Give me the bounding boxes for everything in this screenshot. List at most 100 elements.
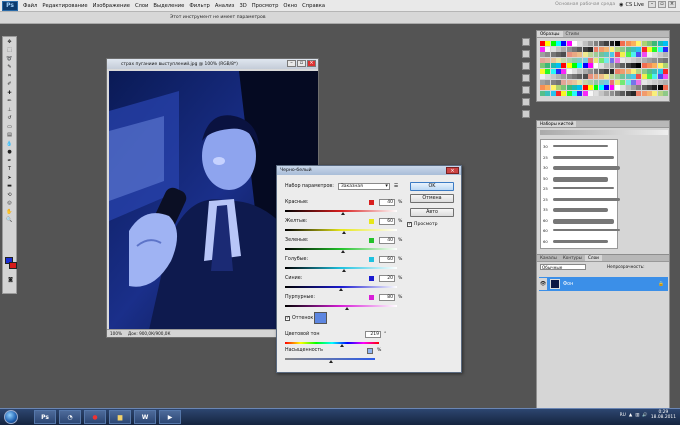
language-indicator[interactable]: RU (620, 413, 626, 418)
color-swatch[interactable] (550, 57, 556, 63)
color-swatch[interactable] (561, 79, 567, 85)
color-swatch[interactable] (588, 79, 594, 85)
color-swatch[interactable] (577, 85, 583, 90)
lasso-tool-icon[interactable]: ➰ (5, 55, 14, 63)
slider-thumb[interactable] (339, 288, 343, 291)
color-swatch[interactable] (588, 52, 594, 57)
tab-brush-presets[interactable]: Наборы кистей (537, 121, 577, 127)
menu-item[interactable]: Фильтр (189, 3, 210, 9)
color-swatch[interactable] (609, 74, 615, 79)
color-swatch[interactable] (636, 46, 642, 52)
color-swatch[interactable] (545, 63, 551, 68)
color-swatch[interactable] (582, 74, 588, 79)
color-swatch[interactable] (657, 68, 663, 74)
brush-stroke-preview[interactable] (553, 176, 608, 182)
color-swatch[interactable] (604, 74, 610, 79)
color-swatch[interactable] (641, 85, 647, 90)
saturation-slider-thumb[interactable] (329, 360, 333, 363)
color-swatch[interactable] (657, 57, 663, 63)
color-swatch[interactable] (572, 68, 577, 74)
start-button[interactable] (4, 410, 18, 424)
color-swatch[interactable] (582, 46, 588, 52)
color-swatch[interactable] (647, 63, 652, 68)
color-swatch[interactable] (609, 63, 615, 68)
color-swatch[interactable] (545, 79, 551, 85)
move-tool-icon[interactable]: ✥ (5, 38, 14, 46)
color-swatch[interactable] (577, 41, 583, 46)
color-swatch[interactable] (620, 63, 626, 68)
history-panel-icon[interactable] (522, 98, 530, 106)
color-swatch[interactable] (593, 57, 599, 63)
menu-item[interactable]: Анализ (215, 3, 235, 9)
color-swatch[interactable] (631, 90, 636, 96)
color-swatch[interactable] (609, 90, 615, 96)
color-swatch[interactable] (652, 41, 658, 46)
color-swatch[interactable] (550, 85, 556, 90)
taskbar-photoshop-button[interactable]: Ps (34, 410, 56, 424)
color-swatch[interactable] (604, 52, 610, 57)
color-swatch[interactable] (625, 79, 631, 85)
color-swatch[interactable] (614, 79, 620, 85)
color-swatch[interactable] (593, 52, 599, 57)
color-swatch[interactable] (641, 68, 647, 74)
type-tool-icon[interactable]: T (5, 166, 14, 174)
zoom-level[interactable]: 100% (110, 331, 122, 336)
color-swatch[interactable] (593, 68, 599, 74)
color-swatch[interactable] (652, 90, 658, 96)
workspace-label[interactable]: Основная рабочая среда (555, 2, 615, 7)
color-swatch[interactable] (620, 46, 626, 52)
color-swatch[interactable] (652, 74, 658, 79)
color-swatch[interactable] (566, 68, 572, 74)
color-swatch[interactable] (604, 85, 610, 90)
color-swatch[interactable] (566, 41, 572, 46)
styles-panel-icon[interactable] (522, 74, 530, 82)
preset-dropdown[interactable]: Заказная (337, 183, 390, 190)
document-title-bar[interactable]: страх пуганиие выступлений.jpg @ 100% (R… (107, 59, 318, 69)
color-swatch[interactable] (577, 68, 583, 74)
brush-stroke-preview[interactable] (553, 155, 614, 159)
color-swatch[interactable] (550, 63, 556, 68)
shape-tool-icon[interactable]: ▬ (5, 183, 14, 191)
color-swatch[interactable] (641, 79, 647, 85)
color-swatch[interactable] (614, 90, 620, 96)
brush-stroke-preview[interactable] (553, 208, 608, 212)
color-swatch[interactable] (647, 57, 652, 63)
menu-item[interactable]: Редактирование (42, 3, 87, 9)
masks-panel-icon[interactable] (522, 86, 530, 94)
eraser-tool-icon[interactable]: ▭ (5, 123, 14, 131)
color-swatch[interactable] (609, 79, 615, 85)
color-swatch[interactable] (556, 74, 561, 79)
color-swatch[interactable] (663, 74, 668, 79)
history-brush-tool-icon[interactable]: ↺ (5, 115, 14, 123)
slider-track[interactable] (285, 229, 397, 231)
color-swatch[interactable] (540, 74, 545, 79)
brush-panel-icon[interactable] (522, 110, 530, 118)
background-color-swatch[interactable] (9, 262, 17, 269)
color-swatch[interactable] (641, 46, 647, 52)
doc-minimize-icon[interactable]: – (287, 60, 296, 67)
healing-tool-icon[interactable]: ✚ (5, 89, 14, 97)
color-swatch[interactable] (663, 63, 668, 68)
color-swatch[interactable] (593, 41, 599, 46)
color-swatch[interactable] (598, 63, 604, 68)
color-swatch[interactable] (540, 63, 545, 68)
gradient-tool-icon[interactable]: ▤ (5, 132, 14, 140)
color-swatch[interactable] (540, 68, 545, 74)
menu-item[interactable]: Выделение (153, 3, 184, 9)
color-swatch[interactable] (550, 52, 556, 57)
color-swatch[interactable] (652, 46, 658, 52)
color-swatch[interactable] (631, 46, 636, 52)
color-swatch[interactable] (550, 41, 556, 46)
color-swatch[interactable] (641, 63, 647, 68)
dialog-close-icon[interactable]: × (446, 167, 459, 174)
color-swatch[interactable] (566, 85, 572, 90)
color-swatch[interactable] (614, 41, 620, 46)
color-swatch[interactable] (556, 79, 561, 85)
color-swatch[interactable] (588, 41, 594, 46)
color-swatch[interactable] (572, 85, 577, 90)
color-swatch[interactable] (572, 90, 577, 96)
slider-thumb[interactable] (344, 307, 349, 310)
color-swatch[interactable] (572, 52, 577, 57)
color-swatch[interactable] (545, 90, 551, 96)
color-swatch[interactable] (598, 52, 604, 57)
